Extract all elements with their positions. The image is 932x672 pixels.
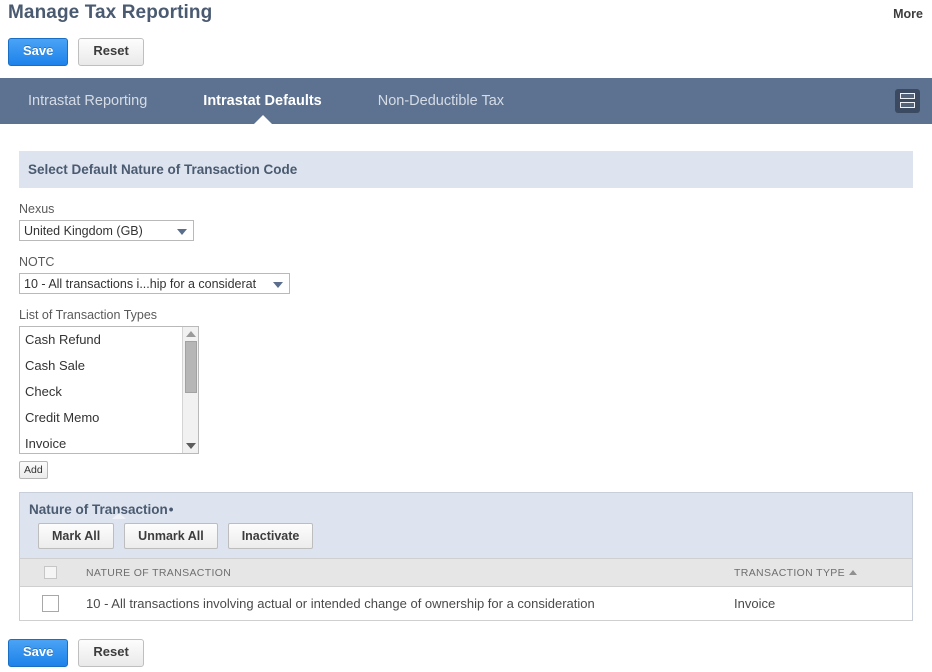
sublist-header: Nature of Transaction• Mark All Unmark A… bbox=[20, 493, 912, 558]
nexus-label: Nexus bbox=[19, 202, 55, 216]
notc-select-value: 10 - All transactions i...hip for a cons… bbox=[24, 277, 257, 291]
notc-select[interactable]: 10 - All transactions i...hip for a cons… bbox=[19, 273, 290, 294]
listbox-scrollbar[interactable] bbox=[182, 327, 198, 453]
notc-label: NOTC bbox=[19, 255, 55, 269]
page-header: Manage Tax Reporting More bbox=[0, 0, 932, 34]
top-button-bar: Save Reset bbox=[8, 38, 144, 66]
sublist-title-text: Nature of Transaction bbox=[29, 502, 168, 517]
page-title: Manage Tax Reporting bbox=[8, 2, 213, 23]
nexus-select[interactable]: United Kingdom (GB) bbox=[19, 220, 194, 241]
tab-list: Intrastat Reporting Intrastat Defaults N… bbox=[0, 78, 532, 125]
mark-all-button[interactable]: Mark All bbox=[38, 523, 115, 549]
reset-button-bottom[interactable]: Reset bbox=[78, 639, 144, 667]
bottom-button-bar: Save Reset bbox=[8, 639, 144, 667]
transaction-types-listbox[interactable]: Cash Refund Cash Sale Check Credit Memo … bbox=[19, 326, 199, 454]
row-checkbox[interactable] bbox=[41, 595, 59, 613]
scroll-up-arrow-icon[interactable] bbox=[186, 331, 196, 337]
default-notc-panel: Select Default Nature of Transaction Cod… bbox=[19, 151, 913, 479]
unmark-all-button[interactable]: Unmark All bbox=[124, 523, 218, 549]
sublist-title: Nature of Transaction• bbox=[29, 502, 174, 517]
table-body: 10 - All transactions involving actual o… bbox=[20, 586, 912, 622]
nexus-field: Nexus United Kingdom (GB) bbox=[19, 202, 913, 242]
save-button-bottom[interactable]: Save bbox=[8, 639, 69, 667]
reset-button-top[interactable]: Reset bbox=[78, 38, 144, 66]
column-header-nature-of-transaction[interactable]: NATURE OF TRANSACTION bbox=[80, 558, 728, 587]
row-select-cell bbox=[20, 586, 80, 622]
select-all-checkbox[interactable] bbox=[43, 566, 57, 579]
list-item[interactable]: Check bbox=[20, 379, 183, 405]
tab-non-deductible-tax[interactable]: Non-Deductible Tax bbox=[350, 78, 532, 124]
save-button-top[interactable]: Save bbox=[8, 38, 69, 66]
form-area: Nexus United Kingdom (GB) NOTC 10 - All … bbox=[19, 188, 913, 479]
column-header-select bbox=[20, 558, 80, 587]
sublist-title-dot: • bbox=[168, 502, 174, 517]
table-head: NATURE OF TRANSACTION TRANSACTION TYPE bbox=[20, 558, 912, 587]
tab-strip: Intrastat Reporting Intrastat Defaults N… bbox=[0, 78, 932, 125]
main-content: Select Default Nature of Transaction Cod… bbox=[0, 124, 932, 622]
column-header-transaction-type[interactable]: TRANSACTION TYPE bbox=[728, 558, 912, 587]
inactivate-button[interactable]: Inactivate bbox=[227, 523, 314, 549]
menu-bar-top bbox=[900, 93, 915, 99]
sublist-caret-icon bbox=[112, 513, 126, 519]
list-view-icon[interactable] bbox=[895, 89, 920, 113]
cell-transaction-type: Invoice bbox=[728, 586, 912, 622]
menu-bar-bottom bbox=[900, 102, 915, 108]
table-header-row: NATURE OF TRANSACTION TRANSACTION TYPE bbox=[20, 558, 912, 587]
cell-nature-of-transaction: 10 - All transactions involving actual o… bbox=[80, 586, 728, 622]
nexus-select-value: United Kingdom (GB) bbox=[24, 224, 143, 238]
tab-intrastat-defaults[interactable]: Intrastat Defaults bbox=[175, 78, 349, 125]
sublist-button-bar: Mark All Unmark All Inactivate bbox=[29, 517, 912, 558]
page-root: Manage Tax Reporting More Save Reset Int… bbox=[0, 0, 932, 672]
chevron-down-icon bbox=[273, 282, 283, 288]
sublist-table: NATURE OF TRANSACTION TRANSACTION TYPE 1… bbox=[20, 558, 912, 622]
table-row[interactable]: 10 - All transactions involving actual o… bbox=[20, 586, 912, 622]
nature-of-transaction-sublist: Nature of Transaction• Mark All Unmark A… bbox=[19, 492, 913, 622]
notc-field: NOTC 10 - All transactions i...hip for a… bbox=[19, 255, 913, 295]
tab-intrastat-reporting[interactable]: Intrastat Reporting bbox=[0, 78, 175, 124]
column-header-label: TRANSACTION TYPE bbox=[734, 566, 846, 579]
transaction-types-label: List of Transaction Types bbox=[19, 308, 158, 322]
scroll-down-arrow-icon[interactable] bbox=[186, 443, 196, 449]
list-item[interactable]: Credit Memo bbox=[20, 405, 183, 431]
scrollbar-thumb[interactable] bbox=[185, 341, 197, 393]
list-item[interactable]: Cash Refund bbox=[20, 327, 183, 353]
sort-ascending-icon bbox=[849, 570, 858, 576]
column-header-label: NATURE OF TRANSACTION bbox=[86, 566, 232, 579]
add-button[interactable]: Add bbox=[19, 461, 48, 479]
panel-header: Select Default Nature of Transaction Cod… bbox=[19, 151, 913, 188]
more-link[interactable]: More bbox=[893, 7, 923, 21]
list-item[interactable]: Cash Sale bbox=[20, 353, 183, 379]
list-item[interactable]: Invoice bbox=[20, 431, 183, 453]
chevron-down-icon bbox=[177, 229, 187, 235]
transaction-types-field: List of Transaction Types Cash Refund Ca… bbox=[19, 308, 913, 479]
transaction-types-list: Cash Refund Cash Sale Check Credit Memo … bbox=[20, 327, 183, 453]
